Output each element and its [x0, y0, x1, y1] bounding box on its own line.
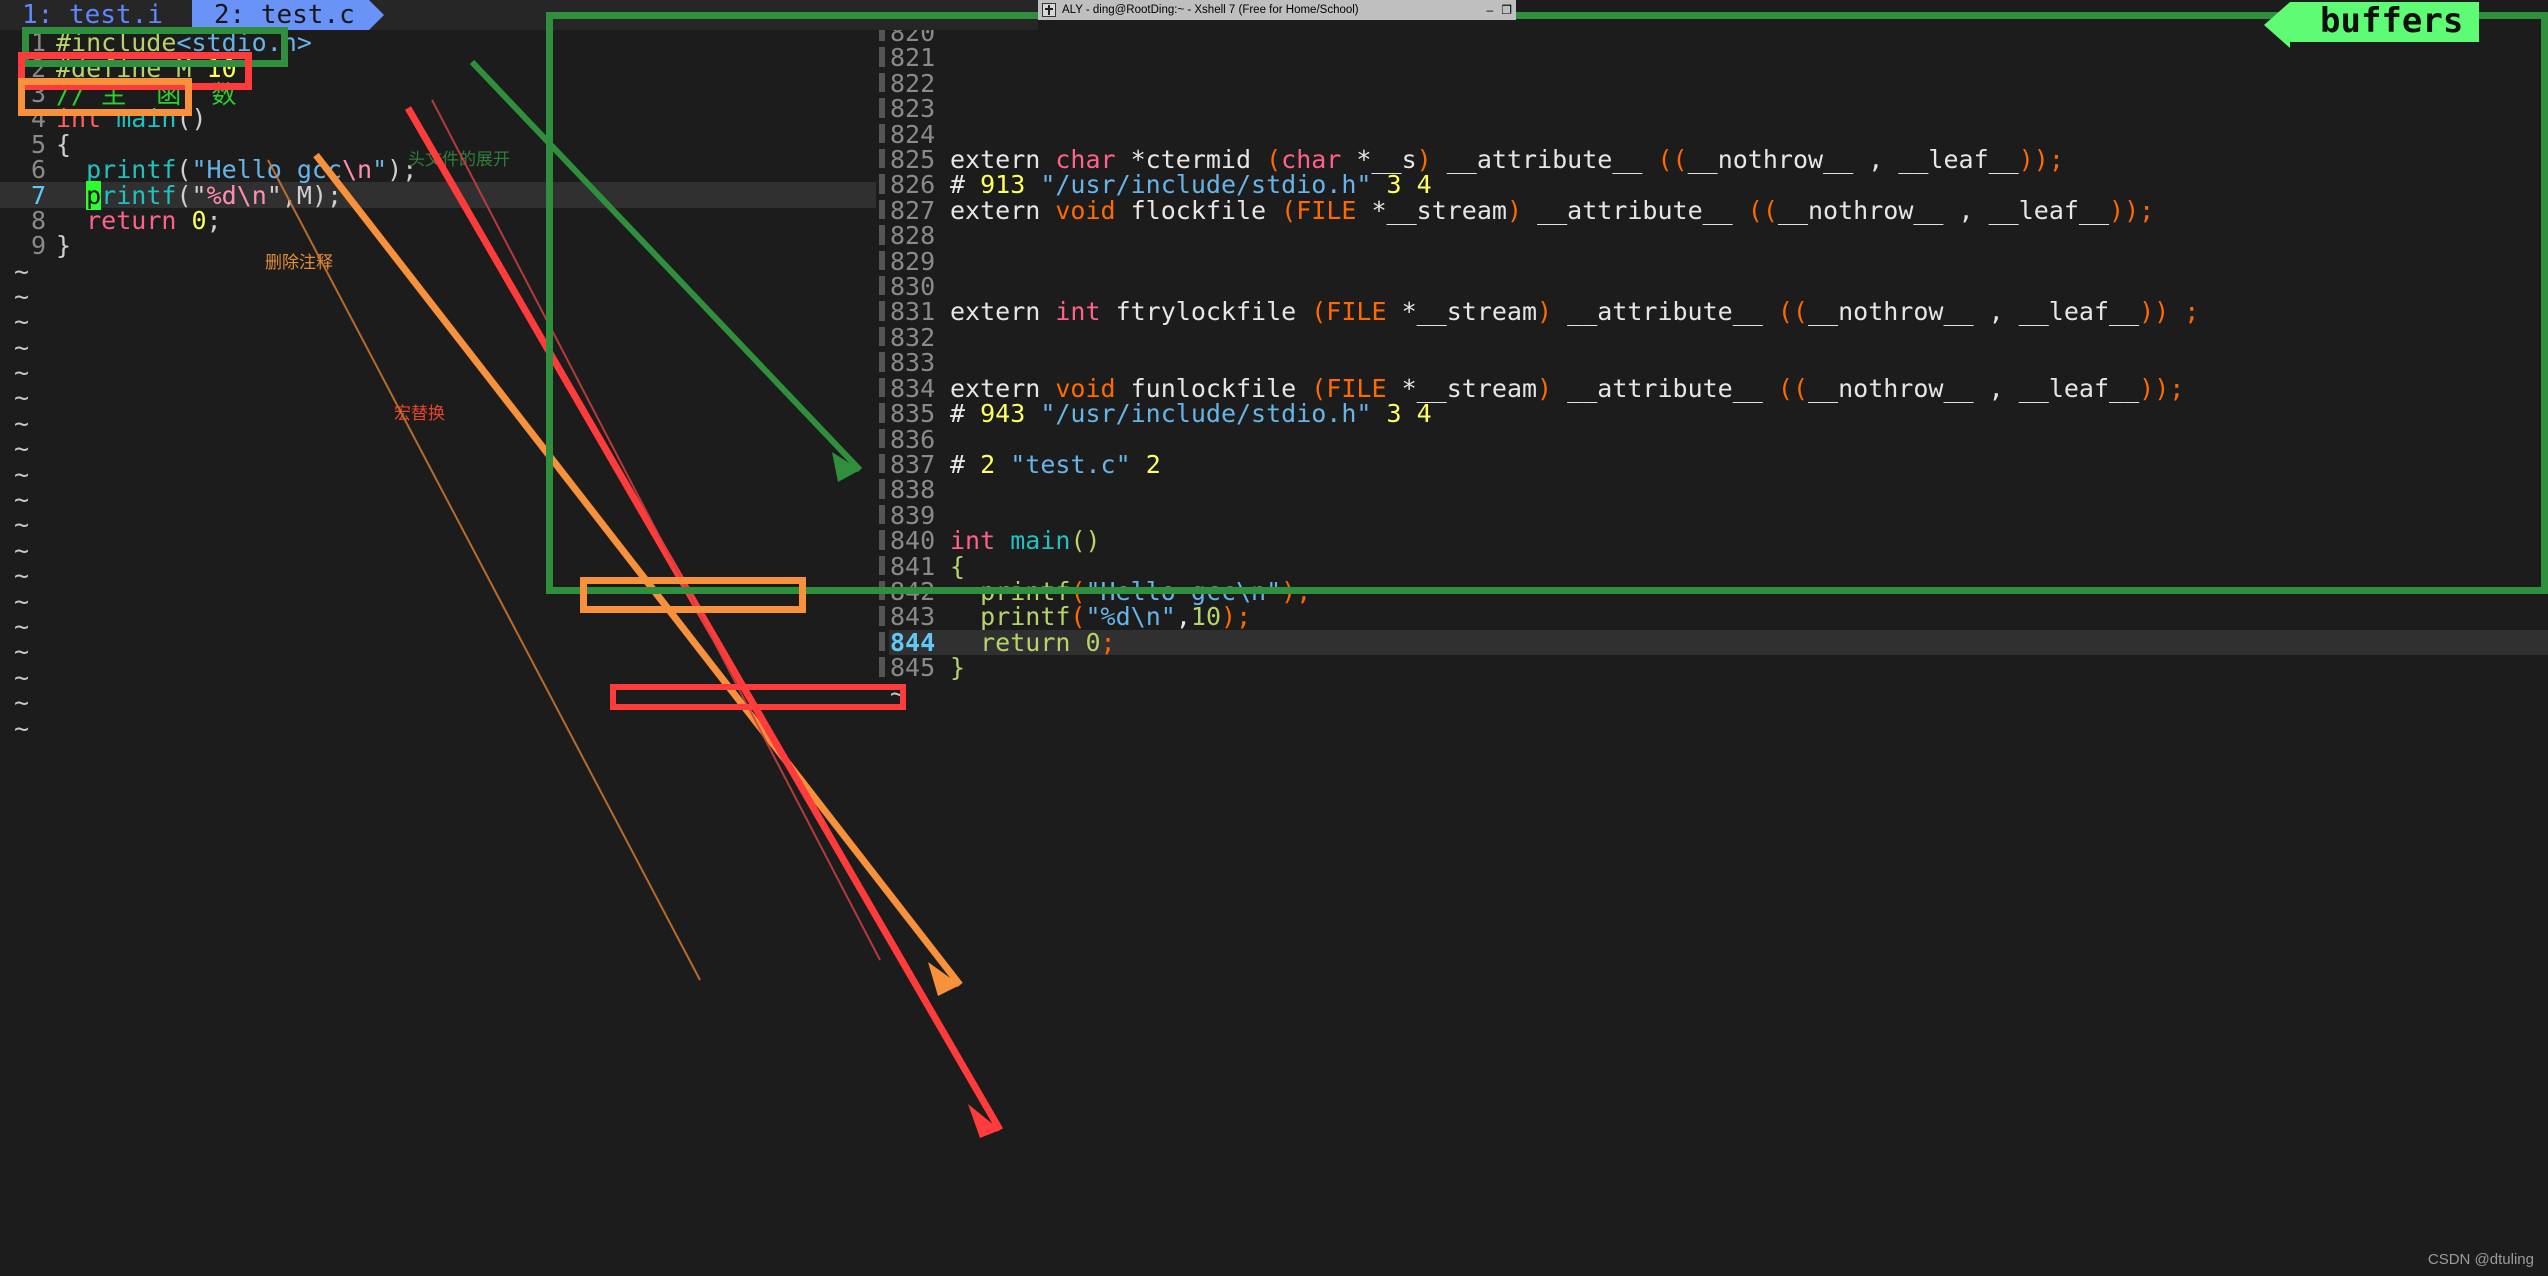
highlight-box-right-pane	[546, 12, 2548, 594]
label-remove-comment: 删除注释	[265, 248, 333, 273]
highlight-box-comment	[18, 78, 192, 116]
code-token: 0	[191, 206, 206, 235]
callout-buffers: buffers	[2290, 2, 2479, 42]
code-token: ,M);	[282, 181, 342, 210]
code-token: ,	[1176, 602, 1191, 631]
left-line-text: return 0;	[56, 206, 222, 235]
code-token: ;	[207, 206, 222, 235]
code-token: \n	[342, 155, 372, 184]
right-code-line[interactable]: 843 printf("%d\n",10);	[876, 604, 2548, 629]
scrollbar-segment	[879, 632, 885, 651]
empty-line-marker: ~	[876, 681, 2548, 706]
code-token: ;	[1236, 602, 1251, 631]
code-token: )	[1221, 602, 1236, 631]
code-token	[176, 206, 191, 235]
scrollbar-segment	[879, 657, 885, 676]
code-token: return	[980, 628, 1070, 657]
tab-test-c-label: 2: test.c	[214, 0, 355, 30]
code-token: }	[56, 231, 71, 260]
highlight-box-printf-macro-expanded	[610, 684, 906, 710]
right-code-line[interactable]: 845}	[876, 655, 2548, 680]
code-token: \n	[1131, 602, 1161, 631]
code-token: }	[950, 653, 965, 682]
code-token: "	[372, 155, 387, 184]
window-titlebar[interactable]: ALY - ding@RootDing:~ - Xshell 7 (Free f…	[1038, 0, 1516, 20]
right-line-text: return 0;	[950, 630, 2548, 655]
tab-test-c[interactable]: 2: test.c	[192, 0, 369, 30]
minimize-button[interactable]: –	[1487, 4, 1494, 16]
code-token	[1070, 628, 1085, 657]
code-token: 0	[1085, 628, 1100, 657]
scrollbar-segment	[879, 606, 885, 625]
code-token: return	[86, 206, 176, 235]
right-code-line[interactable]: 844 return 0;	[876, 630, 2548, 655]
tab-test-i-label: 1: test.i	[22, 0, 163, 30]
code-token: ;	[1101, 628, 1116, 657]
right-line-text: printf("%d\n",10);	[950, 604, 2548, 629]
code-token: 10	[1191, 602, 1221, 631]
watermark: CSDN @dtuling	[2428, 1251, 2534, 1268]
restore-button[interactable]: ❐	[1501, 4, 1512, 16]
callout-buffers-label: buffers	[2320, 1, 2463, 41]
label-header-expand: 头文件的展开	[408, 145, 510, 170]
left-line-number: 9	[0, 231, 56, 260]
xshell-window-icon	[1042, 3, 1056, 17]
label-macro-replace: 宏替换	[394, 399, 445, 424]
code-token: "	[1161, 602, 1176, 631]
right-line-text: }	[950, 655, 2548, 680]
window-title: ALY - ding@RootDing:~ - Xshell 7 (Free f…	[1062, 4, 1479, 16]
left-line-text: }	[56, 231, 71, 260]
highlight-box-blank-line-839	[580, 577, 806, 613]
tab-test-i[interactable]: 1: test.i	[0, 0, 177, 30]
code-token: \n	[237, 181, 267, 210]
code-token: "	[267, 181, 282, 210]
